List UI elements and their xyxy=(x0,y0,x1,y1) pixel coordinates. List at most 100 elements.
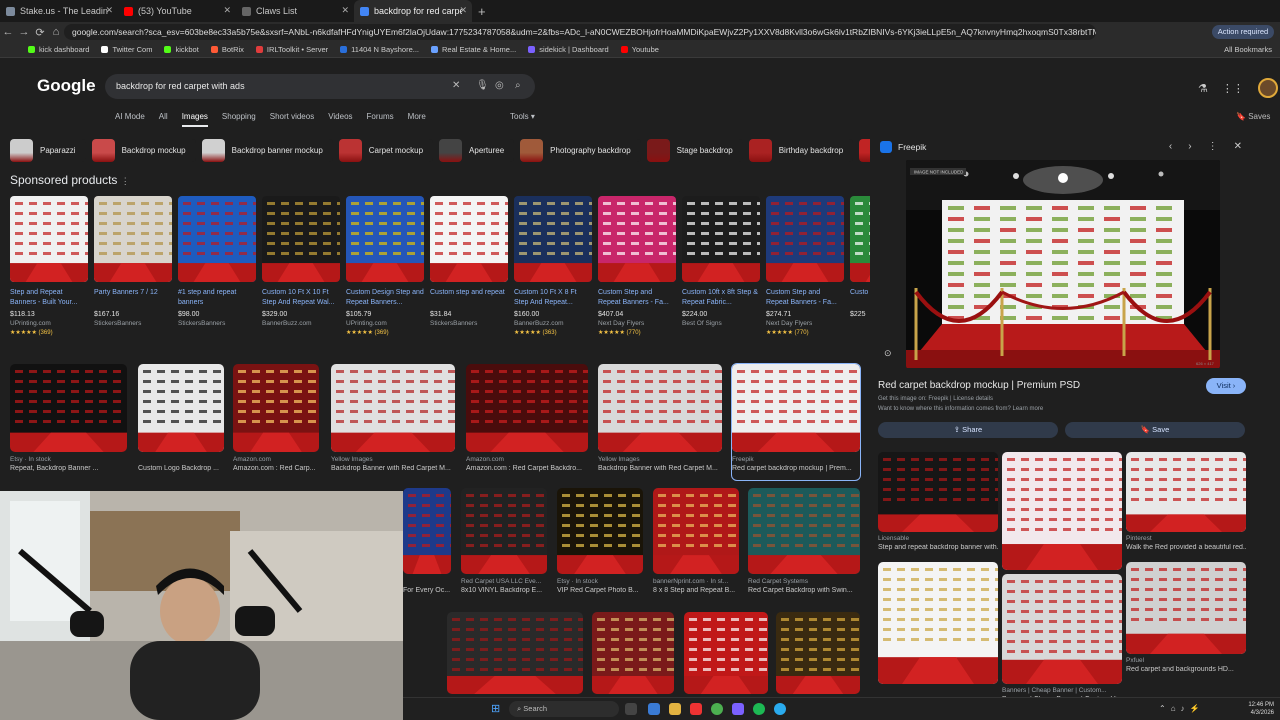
result-caption[interactable]: Backdrop Banner with Red Carpet M... xyxy=(331,465,455,472)
product-image[interactable] xyxy=(94,196,172,282)
product-image[interactable] xyxy=(598,196,676,282)
microphone-icon[interactable]: 🎙 xyxy=(476,80,489,91)
image-result[interactable]: Yellow Images Backdrop Banner with Red Ca… xyxy=(331,364,455,480)
forward-icon[interactable]: → xyxy=(16,26,32,38)
nav-tab-short-videos[interactable]: Short videos xyxy=(270,112,314,127)
browser-tab[interactable]: backdrop for red carpet with a✕ xyxy=(354,0,472,22)
result-image[interactable] xyxy=(748,488,860,574)
nav-tab-shopping[interactable]: Shopping xyxy=(222,112,256,127)
image-result[interactable]: For Every Oc... xyxy=(403,488,451,602)
nav-tab-ai-mode[interactable]: AI Mode xyxy=(115,112,145,127)
image-result[interactable] xyxy=(592,612,674,696)
browser-tab[interactable]: Claws List ✕ xyxy=(236,0,354,22)
reload-icon[interactable]: ⟳ xyxy=(32,26,48,39)
refinement-chip[interactable]: Aperturee xyxy=(439,139,515,162)
product-image[interactable] xyxy=(346,196,424,282)
result-image[interactable] xyxy=(592,612,674,694)
related-image-thumb[interactable] xyxy=(878,452,998,532)
nav-tab-forums[interactable]: Forums xyxy=(367,112,394,127)
next-icon[interactable]: › xyxy=(1188,141,1191,152)
saves-link[interactable]: 🔖 Saves xyxy=(1236,112,1270,121)
product-title[interactable]: Custom 10 Ft X 8 Ft Step And Repeat... xyxy=(514,288,592,308)
image-result[interactable]: Etsy · In stock Repeat, Backdrop Banner .… xyxy=(10,364,127,480)
bookmark-item[interactable]: 11404 N Bayshore... xyxy=(340,45,419,54)
refinement-chip[interactable]: Carpet mockup xyxy=(338,139,434,162)
product-card[interactable]: Custom Step and Repeat Banners - Fa... $2… xyxy=(766,196,844,336)
result-caption[interactable]: Amazon.com : Red Carp... xyxy=(233,465,319,472)
image-result[interactable]: Red Carpet USA LLC Eve... 8x10 VINYL Back… xyxy=(461,488,547,602)
product-title[interactable]: Custom Design Step and Repeat Banners... xyxy=(346,288,424,308)
refinement-chip[interactable]: Birthday backdrop xyxy=(748,139,854,162)
lens-search-icon[interactable]: ⊙ xyxy=(884,348,892,359)
result-caption[interactable]: Backdrop Banner with Red Carpet M... xyxy=(598,465,722,472)
taskbar-clock[interactable]: 12:46 PM 4/3/2026 xyxy=(1248,701,1274,717)
result-image[interactable] xyxy=(138,364,224,452)
product-image[interactable] xyxy=(766,196,844,282)
related-caption[interactable]: Walk the Red provided a beautiful red... xyxy=(1126,544,1246,551)
nav-tab-videos[interactable]: Videos xyxy=(328,112,352,127)
result-caption[interactable]: 8x10 VINYL Backdrop E... xyxy=(461,587,547,594)
result-image[interactable] xyxy=(598,364,722,452)
result-image[interactable] xyxy=(233,364,319,452)
tab-close-icon[interactable]: ✕ xyxy=(341,5,349,16)
tools-button[interactable]: Tools ▾ xyxy=(510,112,535,121)
bookmark-item[interactable]: sidekick | Dashboard xyxy=(528,45,609,54)
result-image[interactable] xyxy=(461,488,547,574)
related-caption[interactable]: Step and repeat backdrop banner with... xyxy=(878,544,998,551)
previous-icon[interactable]: ‹ xyxy=(1169,141,1172,152)
clear-icon[interactable]: ✕ xyxy=(452,80,460,91)
bookmark-item[interactable]: IRLToolkit • Server xyxy=(255,45,328,54)
image-result[interactable]: Amazon.com Amazon.com : Red Carpet Backdr… xyxy=(466,364,588,480)
apps-icon[interactable]: ⋮⋮ xyxy=(1222,82,1244,95)
result-image[interactable] xyxy=(732,364,860,452)
windows-start-icon[interactable]: ⊞ xyxy=(491,702,500,715)
product-title[interactable]: Custom 10ft x 8ft Step & Repeat Fabric..… xyxy=(682,288,760,308)
panel-source[interactable]: Freepik xyxy=(880,141,926,153)
nav-tab-images[interactable]: Images xyxy=(181,112,208,127)
product-card[interactable]: Custom 10 Ft X 8 Ft Step And Repeat... $1… xyxy=(514,196,592,336)
product-title[interactable]: Custom 10 Ft X 10 Ft Step And Repeat Wal… xyxy=(262,288,340,308)
share-button[interactable]: ⇪ Share xyxy=(878,422,1058,438)
product-image[interactable] xyxy=(514,196,592,282)
refinement-chip[interactable]: Stage backdrop xyxy=(646,139,743,162)
app-icon-red[interactable] xyxy=(690,703,702,715)
bookmark-item[interactable]: Youtube xyxy=(620,45,659,54)
refinement-chip[interactable]: Event xyxy=(859,139,870,162)
product-title[interactable]: Step and Repeat Banners - Built Your... xyxy=(10,288,88,308)
product-card[interactable]: Custom 10 Ft X 10 Ft Step And Repeat Wal… xyxy=(262,196,340,329)
browser-tab[interactable]: Stake.us - The Leading Social C✕ xyxy=(0,0,118,22)
result-image[interactable] xyxy=(331,364,455,452)
telegram-icon[interactable] xyxy=(774,703,786,715)
product-card[interactable]: #1 step and repeat banners $98.00 Stickers… xyxy=(178,196,256,329)
action-required-button[interactable]: Action required xyxy=(1212,25,1274,39)
result-caption[interactable]: Amazon.com : Red Carpet Backdro... xyxy=(466,465,588,472)
spotify-icon[interactable] xyxy=(753,703,765,715)
refinement-chip[interactable]: Photography backdrop xyxy=(520,139,641,162)
result-image[interactable] xyxy=(10,364,127,452)
tab-close-icon[interactable]: ✕ xyxy=(223,5,231,16)
taskbar-search[interactable]: ⌕ Search xyxy=(509,701,619,717)
avatar[interactable] xyxy=(1257,78,1278,98)
product-card[interactable]: Custom 10ft x 8ft Step & Repeat Fabric..… xyxy=(682,196,760,329)
product-card[interactable]: Party Banners 7 / 12 $167.16 StickersBanne… xyxy=(94,196,172,329)
all-bookmarks-link[interactable]: All Bookmarks xyxy=(1224,45,1272,54)
back-icon[interactable]: ← xyxy=(0,26,16,38)
image-result[interactable] xyxy=(776,612,860,696)
product-card[interactable]: Step and Repeat Banners - Built Your... $… xyxy=(10,196,88,336)
tab-close-icon[interactable]: ✕ xyxy=(459,5,467,16)
result-caption[interactable]: 8 x 8 Step and Repeat B... xyxy=(653,587,739,594)
product-title[interactable]: Custo And R xyxy=(850,288,870,308)
image-result[interactable]: Etsy · In stock VIP Red Carpet Photo B... xyxy=(557,488,643,602)
labs-icon[interactable]: ⚗ xyxy=(1198,82,1208,95)
google-logo[interactable]: Google xyxy=(37,76,96,96)
product-image[interactable] xyxy=(430,196,508,282)
bookmark-item[interactable]: kickbot xyxy=(164,45,199,54)
result-image[interactable] xyxy=(403,488,451,574)
learn-more-info[interactable]: Want to know where this information come… xyxy=(878,406,1043,412)
product-card[interactable]: Custo And R $225 xyxy=(850,196,870,320)
result-caption[interactable]: Custom Logo Backdrop ... xyxy=(138,465,224,472)
result-caption[interactable]: For Every Oc... xyxy=(403,587,451,594)
image-result[interactable]: Yellow Images Backdrop Banner with Red Ca… xyxy=(598,364,722,480)
result-image[interactable] xyxy=(466,364,588,452)
more-options-icon[interactable]: ⋮ xyxy=(121,176,130,186)
